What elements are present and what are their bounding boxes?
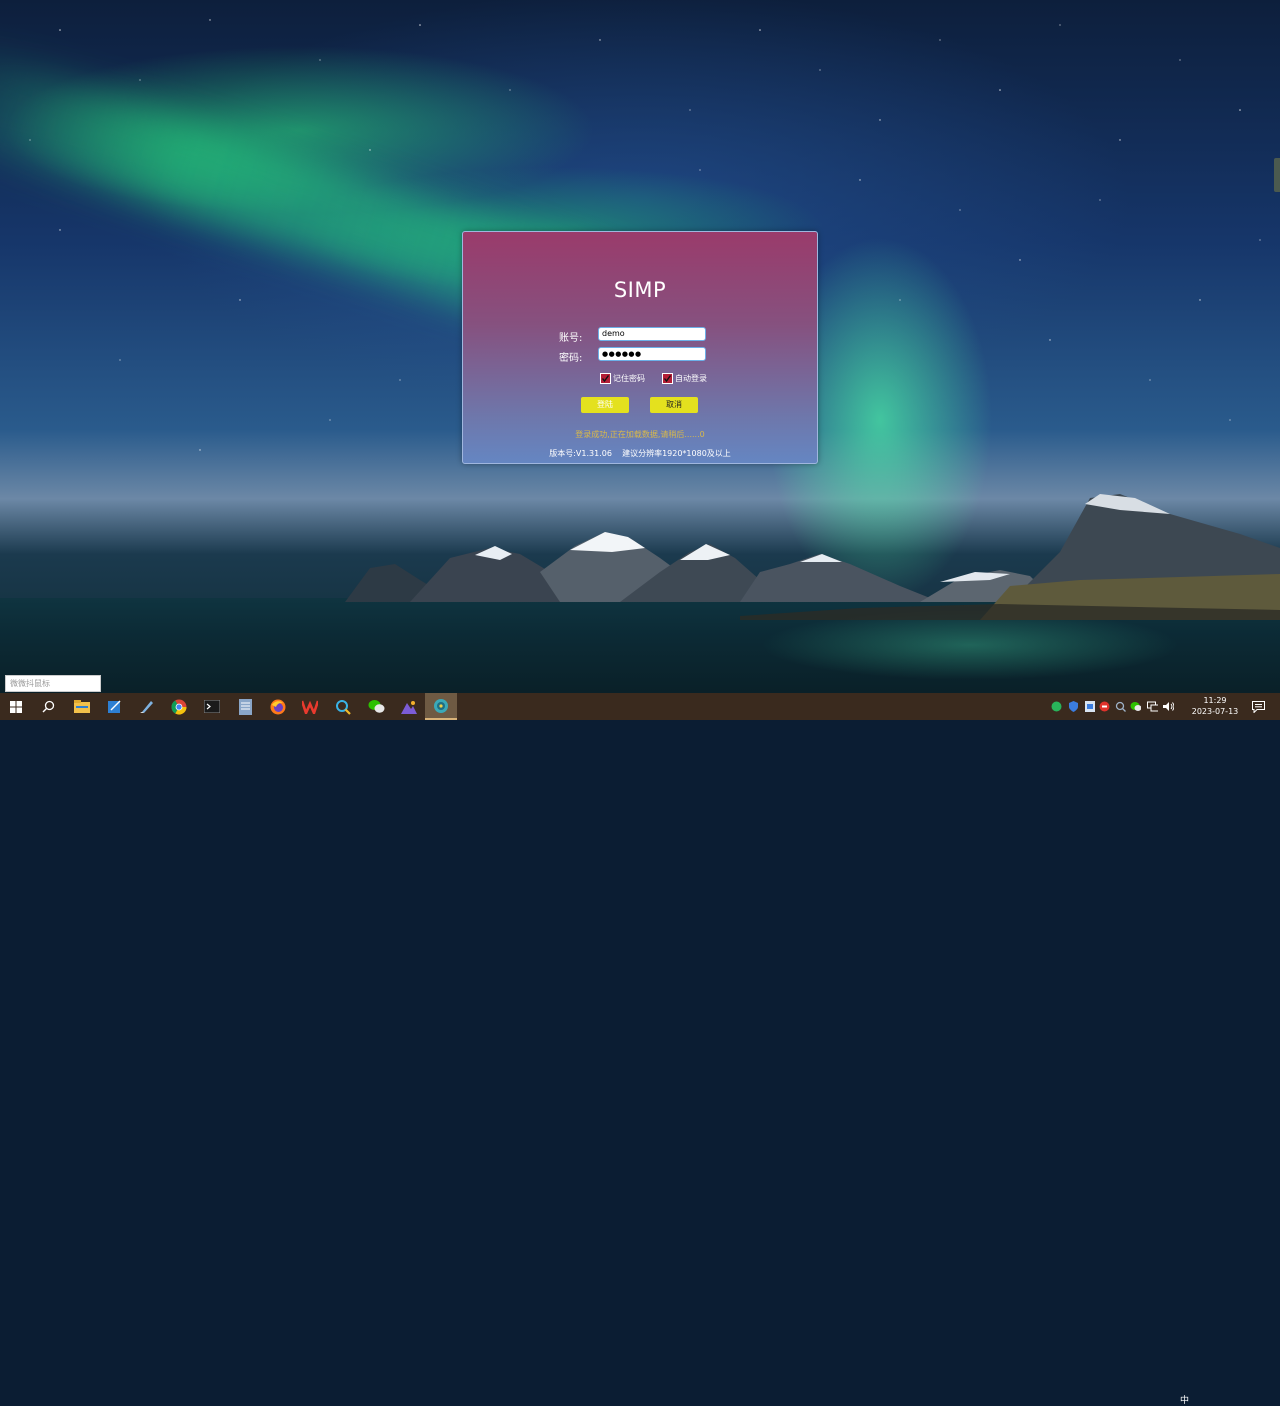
document-icon xyxy=(238,698,252,715)
taskbar: 中 11:29 2023-07-13 xyxy=(0,693,1280,1406)
password-input[interactable]: ●●●●●● xyxy=(598,347,706,361)
start-button[interactable] xyxy=(0,693,32,720)
mountain-range xyxy=(345,494,1280,620)
terminal-icon xyxy=(204,700,220,713)
simp-app-icon xyxy=(434,698,448,713)
remember-password-checkbox[interactable]: 记住密码 xyxy=(600,373,645,384)
start-icon xyxy=(10,700,22,713)
notepad-icon xyxy=(107,700,120,713)
sea-reflection xyxy=(760,610,1180,680)
search-button[interactable] xyxy=(32,693,64,720)
notification-center-icon[interactable] xyxy=(1252,701,1265,713)
login-dialog: SIMP 账号: 密码: ●●●●●● 记住密码 自动登录 登陆 取消 登录成功… xyxy=(462,231,818,464)
auto-login-checkbox[interactable]: 自动登录 xyxy=(662,373,707,384)
firefox-icon xyxy=(270,699,286,714)
password-label: 密码: xyxy=(559,353,583,364)
tray-security-icon[interactable] xyxy=(1099,701,1110,712)
taskbar-terminal[interactable] xyxy=(196,693,228,720)
taskbar-photos[interactable] xyxy=(393,693,425,720)
wechat-icon xyxy=(368,700,384,713)
edit-app-icon xyxy=(139,701,153,713)
chrome-icon xyxy=(171,699,187,715)
file-explorer-icon xyxy=(74,699,90,713)
checkbox-checked-icon xyxy=(662,373,673,384)
wps-icon xyxy=(302,700,318,714)
tray-app-icon[interactable] xyxy=(1084,701,1095,712)
desktop-search-input[interactable]: 微微抖鼠标 xyxy=(5,675,101,692)
checkbox-checked-icon xyxy=(600,373,611,384)
taskbar-file-explorer[interactable] xyxy=(66,693,98,720)
account-label: 账号: xyxy=(559,333,583,344)
taskbar-edit-app[interactable] xyxy=(130,693,162,720)
system-clock[interactable]: 11:29 2023-07-13 xyxy=(1189,695,1241,717)
tray-search-icon[interactable] xyxy=(1115,701,1126,712)
tray-wechat-icon[interactable] xyxy=(1130,701,1141,712)
input-method-indicator[interactable]: 中 xyxy=(1180,1393,1189,1406)
taskbar-wps[interactable] xyxy=(294,693,326,720)
magnifier-app-icon xyxy=(336,699,351,715)
taskbar-notepad[interactable] xyxy=(98,693,130,720)
taskbar-firefox[interactable] xyxy=(262,693,294,720)
network-icon[interactable] xyxy=(1147,701,1158,712)
taskbar-document[interactable] xyxy=(229,693,261,720)
taskbar-chrome[interactable] xyxy=(163,693,195,720)
account-input[interactable] xyxy=(598,327,706,341)
photos-icon xyxy=(401,700,417,714)
remember-password-label: 记住密码 xyxy=(613,374,645,383)
login-button[interactable]: 登陆 xyxy=(581,397,629,413)
app-title: SIMP xyxy=(613,278,667,302)
edge-handle[interactable] xyxy=(1274,158,1280,192)
search-icon xyxy=(42,700,54,713)
taskbar-wechat[interactable] xyxy=(360,693,392,720)
clock-date: 2023-07-13 xyxy=(1191,707,1239,716)
auto-login-label: 自动登录 xyxy=(675,374,707,383)
clock-time: 11:29 xyxy=(1203,696,1227,705)
login-status-message: 登录成功,正在加载数据,请稍后......0 xyxy=(575,430,705,439)
tray-sync-icon[interactable] xyxy=(1051,701,1062,712)
cancel-button[interactable]: 取消 xyxy=(650,397,698,413)
taskbar-magnifier-app[interactable] xyxy=(327,693,359,720)
taskbar-simp-app[interactable] xyxy=(425,693,457,720)
tray-shield-icon[interactable] xyxy=(1068,701,1079,712)
volume-icon[interactable] xyxy=(1163,701,1174,712)
version-info: 版本号:V1.31.06 建议分辨率1920*1080及以上 xyxy=(549,449,731,458)
